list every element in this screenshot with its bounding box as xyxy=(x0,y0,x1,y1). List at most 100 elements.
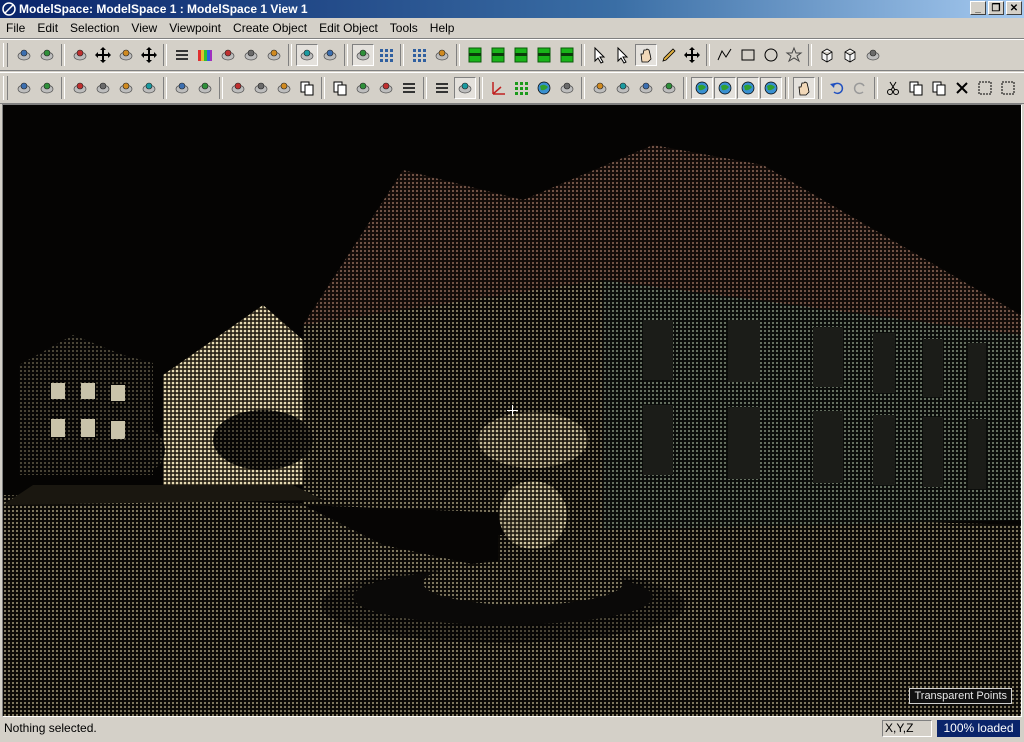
copy-object-button[interactable] xyxy=(296,77,318,99)
scan-world-1-button[interactable] xyxy=(690,77,713,99)
mesh-edit-button[interactable] xyxy=(194,77,216,99)
section-4-button[interactable] xyxy=(658,77,680,99)
restore-button[interactable]: ❐ xyxy=(988,1,1004,15)
menu-edit-object[interactable]: Edit Object xyxy=(313,19,384,37)
grid-green-button[interactable] xyxy=(510,77,532,99)
slice-green-2-button[interactable] xyxy=(487,44,509,66)
render-button[interactable] xyxy=(240,44,262,66)
move-button[interactable] xyxy=(681,44,703,66)
cloud-view-button[interactable] xyxy=(295,44,318,66)
globe-button[interactable] xyxy=(533,77,555,99)
cylinder-1-button[interactable] xyxy=(69,77,91,99)
merge-button[interactable] xyxy=(227,77,249,99)
wand-button[interactable] xyxy=(375,77,397,99)
toolbar-separator xyxy=(581,77,585,99)
scan-world-4-button[interactable] xyxy=(759,77,782,99)
cut-button[interactable] xyxy=(882,77,904,99)
slice-green-3-button[interactable] xyxy=(510,44,532,66)
paste-object-icon xyxy=(333,81,346,96)
pointer-button[interactable] xyxy=(589,44,611,66)
layer-button[interactable] xyxy=(398,77,420,99)
section-3-button[interactable] xyxy=(635,77,657,99)
section-2-button[interactable] xyxy=(612,77,634,99)
zoom-window-icon xyxy=(1001,81,1014,95)
link-remove-button[interactable] xyxy=(138,44,160,66)
select-cloud-button[interactable] xyxy=(13,44,35,66)
list-button[interactable] xyxy=(431,77,453,99)
close-button[interactable]: ✕ xyxy=(1006,1,1022,15)
slice-green-5-button[interactable] xyxy=(556,44,578,66)
redo-button[interactable] xyxy=(849,77,871,99)
transparent-button[interactable] xyxy=(351,44,374,66)
cube-button[interactable] xyxy=(839,44,861,66)
scan-world-3-button[interactable] xyxy=(736,77,759,99)
toolbar-grip[interactable] xyxy=(3,76,8,100)
toolbar-separator xyxy=(288,44,292,66)
grid-dots-button[interactable] xyxy=(408,44,430,66)
toolbar-separator xyxy=(400,44,404,66)
ruler-button[interactable] xyxy=(556,77,578,99)
menu-create-object[interactable]: Create Object xyxy=(227,19,313,37)
scan-world-2-button[interactable] xyxy=(713,77,736,99)
merge-icon xyxy=(231,82,244,94)
copy-button[interactable] xyxy=(905,77,927,99)
pick-pointer-button[interactable] xyxy=(612,44,634,66)
slice-green-1-button[interactable] xyxy=(464,44,486,66)
wand-icon xyxy=(379,82,392,94)
rectangle-button[interactable] xyxy=(737,44,759,66)
menu-help[interactable]: Help xyxy=(424,19,461,37)
undo-button[interactable] xyxy=(826,77,848,99)
copy-icon xyxy=(909,81,922,96)
fence-button[interactable] xyxy=(69,44,91,66)
rotate-button[interactable] xyxy=(862,44,884,66)
section-1-button[interactable] xyxy=(589,77,611,99)
circle-button[interactable] xyxy=(760,44,782,66)
axes-button[interactable] xyxy=(487,77,509,99)
pencil-button[interactable] xyxy=(658,44,680,66)
menu-view[interactable]: View xyxy=(125,19,163,37)
paste-button[interactable] xyxy=(928,77,950,99)
cursor-button[interactable] xyxy=(453,77,476,99)
hide-object-button[interactable] xyxy=(352,77,374,99)
menu-edit[interactable]: Edit xyxy=(31,19,64,37)
link-button[interactable] xyxy=(115,44,137,66)
cylinder-4-button[interactable] xyxy=(138,77,160,99)
box-button[interactable] xyxy=(816,44,838,66)
display-button[interactable] xyxy=(319,44,341,66)
cylinder-2-button[interactable] xyxy=(92,77,114,99)
grid-button[interactable] xyxy=(375,44,397,66)
delete-button[interactable] xyxy=(431,44,453,66)
menu-viewpoint[interactable]: Viewpoint xyxy=(163,19,227,37)
menu-selection[interactable]: Selection xyxy=(64,19,125,37)
split-button[interactable] xyxy=(250,77,272,99)
cylinder-3-button[interactable] xyxy=(115,77,137,99)
minimize-button[interactable]: _ xyxy=(970,1,986,15)
sphere-fit-button[interactable] xyxy=(36,77,58,99)
zoom-window-button[interactable] xyxy=(997,77,1019,99)
star-button[interactable] xyxy=(783,44,805,66)
model-viewport[interactable]: Transparent Points xyxy=(2,104,1022,717)
color-bands-button[interactable] xyxy=(194,44,216,66)
delete-x-button[interactable] xyxy=(951,77,973,99)
toolbar-grip[interactable] xyxy=(3,43,8,67)
menu-tools[interactable]: Tools xyxy=(384,19,424,37)
mesh-green-button[interactable] xyxy=(171,77,193,99)
grid-dots-icon xyxy=(412,49,426,62)
fence-remove-button[interactable] xyxy=(92,44,114,66)
paste-object-button[interactable] xyxy=(329,77,351,99)
hand-select-button[interactable] xyxy=(792,77,815,99)
hand-pan-button[interactable] xyxy=(634,44,657,66)
split-2-button[interactable] xyxy=(273,77,295,99)
layer-add-button[interactable] xyxy=(171,44,193,66)
cloud-view-icon xyxy=(300,49,313,61)
slice-green-4-button[interactable] xyxy=(533,44,555,66)
transparent-icon xyxy=(356,49,369,61)
zoom-extents-button[interactable] xyxy=(974,77,996,99)
polyline-button[interactable] xyxy=(714,44,736,66)
shade-button[interactable] xyxy=(263,44,285,66)
fit-button[interactable] xyxy=(13,77,35,99)
menu-file[interactable]: File xyxy=(0,19,31,37)
select-cloud-icon xyxy=(17,49,30,61)
add-points-button[interactable] xyxy=(36,44,58,66)
intensity-button[interactable] xyxy=(217,44,239,66)
